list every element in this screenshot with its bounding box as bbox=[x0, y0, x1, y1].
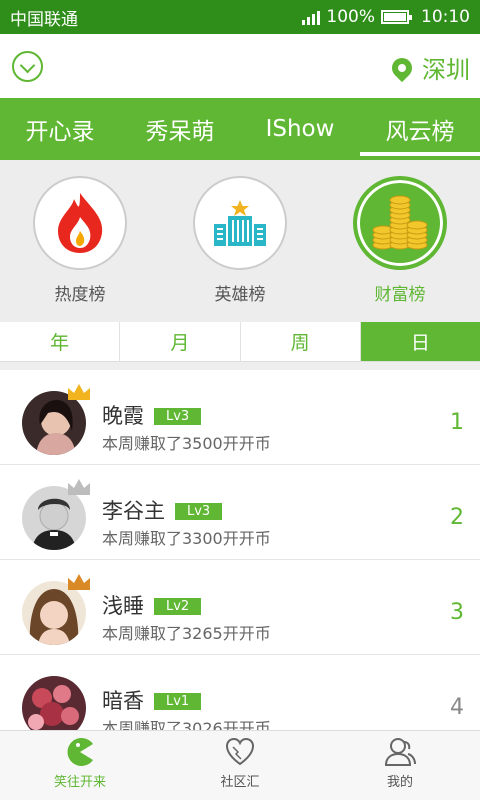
nav-label: 社区汇 bbox=[220, 775, 260, 790]
gold-crown-icon bbox=[68, 384, 90, 400]
period-tab-day[interactable]: 日 bbox=[360, 322, 480, 361]
list-item[interactable]: 李谷主 Lv3 本周赚取了3300开开币 2 bbox=[0, 465, 480, 560]
period-tabs: 年 月 周 日 bbox=[0, 322, 480, 362]
nav-label: 笑往开来 bbox=[53, 775, 106, 790]
list-item[interactable]: 浅睡 Lv2 本周赚取了3265开开币 3 bbox=[0, 560, 480, 655]
nav-item-home[interactable]: 笑往开来 bbox=[0, 731, 160, 800]
tab-xiudaimeng[interactable]: 秀呆萌 bbox=[120, 98, 240, 160]
ranking-type-label: 财富榜 bbox=[374, 285, 426, 305]
user-name: 李谷主 bbox=[102, 499, 165, 523]
ranking-type-label: 英雄榜 bbox=[214, 285, 266, 305]
battery-icon bbox=[381, 10, 412, 24]
location-selector[interactable]: 深圳 bbox=[387, 50, 470, 85]
top-bar: 深圳 bbox=[0, 34, 480, 98]
user-name: 浅睡 bbox=[102, 594, 144, 618]
battery-percent: 100% bbox=[326, 7, 375, 27]
nav-item-community[interactable]: 社区汇 bbox=[160, 731, 320, 800]
location-label: 深圳 bbox=[422, 56, 470, 84]
status-bar: 中国联通 100% 10:10 bbox=[0, 0, 480, 34]
nav-label: 我的 bbox=[386, 775, 413, 790]
ranking-type-hero[interactable]: 英雄榜 bbox=[160, 160, 320, 322]
period-tab-year[interactable]: 年 bbox=[0, 322, 121, 361]
ranking-list: 晚霞 Lv3 本周赚取了3500开开币 1 李谷主 Lv3 本周赚取了3300开开币… bbox=[0, 370, 480, 730]
location-pin-icon bbox=[387, 53, 417, 82]
list-item[interactable]: 暗香 Lv1 本周赚取了3026开开币 4 bbox=[0, 655, 480, 730]
ranking-type-selector: 热度榜 英雄榜 财富榜 bbox=[0, 160, 480, 322]
bronze-crown-icon bbox=[68, 574, 90, 590]
earnings-text: 本周赚取了3026开开币 bbox=[102, 719, 271, 730]
tab-fengyunbang[interactable]: 风云榜 bbox=[360, 98, 480, 160]
period-tab-week[interactable]: 周 bbox=[241, 322, 361, 361]
carrier-label: 中国联通 bbox=[10, 9, 78, 30]
buildings-icon bbox=[193, 176, 287, 270]
bottom-nav: 笑往开来 社区汇 我的 bbox=[0, 730, 480, 800]
ranking-type-label: 热度榜 bbox=[54, 285, 106, 305]
level-badge: Lv3 bbox=[154, 408, 202, 425]
chevron-down-icon[interactable] bbox=[12, 51, 43, 82]
silver-crown-icon bbox=[68, 479, 90, 495]
pacman-icon bbox=[67, 738, 93, 766]
rank-number: 3 bbox=[450, 600, 464, 625]
coins-icon bbox=[353, 176, 447, 270]
period-tab-month[interactable]: 月 bbox=[120, 322, 241, 361]
heart-icon bbox=[225, 737, 255, 766]
flame-icon bbox=[33, 176, 127, 270]
ranking-type-wealth[interactable]: 财富榜 bbox=[320, 160, 480, 322]
earnings-text: 本周赚取了3300开开币 bbox=[102, 529, 271, 548]
earnings-text: 本周赚取了3500开开币 bbox=[102, 434, 271, 453]
rank-number: 2 bbox=[450, 505, 464, 530]
rank-number: 4 bbox=[450, 695, 464, 720]
avatar bbox=[22, 676, 86, 730]
user-name: 晚霞 bbox=[102, 404, 144, 428]
signal-icon bbox=[302, 9, 321, 25]
user-name: 暗香 bbox=[102, 689, 144, 713]
ranking-type-hot[interactable]: 热度榜 bbox=[0, 160, 160, 322]
clock: 10:10 bbox=[421, 7, 470, 27]
main-tabs: 开心录 秀呆萌 IShow 风云榜 bbox=[0, 98, 480, 160]
earnings-text: 本周赚取了3265开开币 bbox=[102, 624, 271, 643]
nav-item-me[interactable]: 我的 bbox=[320, 731, 480, 800]
level-badge: Lv3 bbox=[175, 503, 223, 520]
level-badge: Lv1 bbox=[154, 693, 202, 710]
tab-ishow[interactable]: IShow bbox=[240, 98, 360, 160]
tab-kaixinlu[interactable]: 开心录 bbox=[0, 98, 120, 160]
level-badge: Lv2 bbox=[154, 598, 202, 615]
list-item[interactable]: 晚霞 Lv3 本周赚取了3500开开币 1 bbox=[0, 370, 480, 465]
divider bbox=[0, 362, 480, 370]
rank-number: 1 bbox=[450, 410, 464, 435]
user-icon bbox=[384, 738, 416, 766]
